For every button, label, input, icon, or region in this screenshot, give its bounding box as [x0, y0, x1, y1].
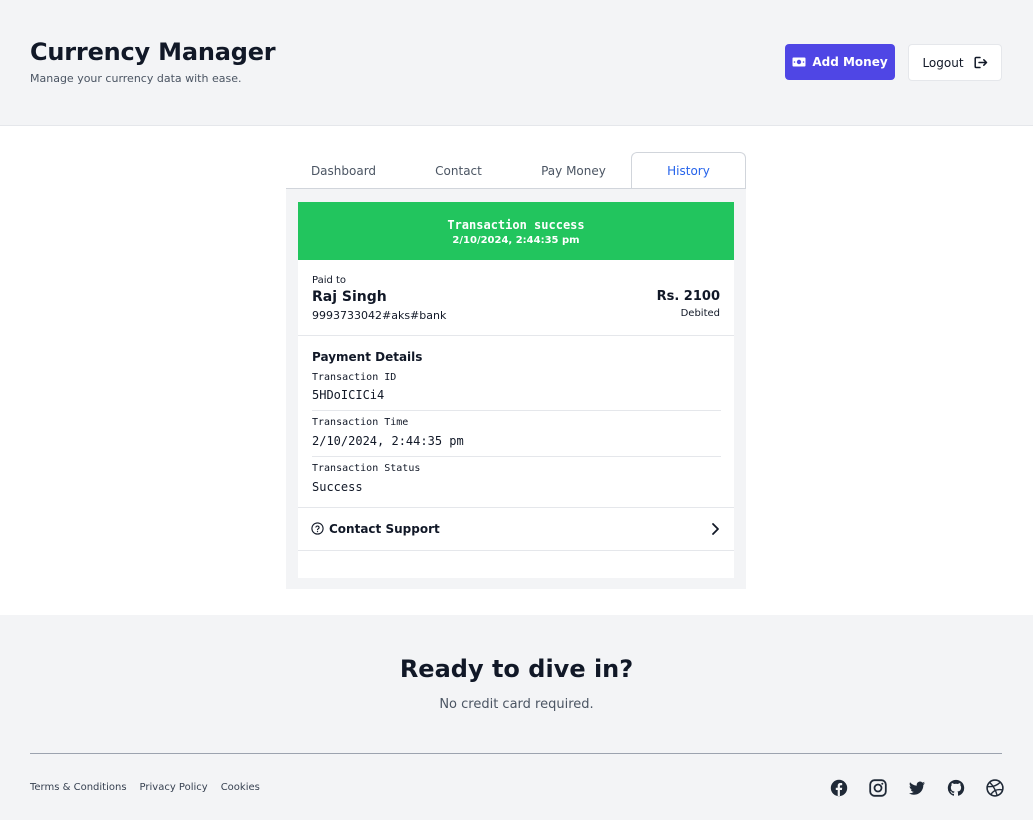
- instagram-icon[interactable]: [869, 779, 887, 797]
- transaction-status-value: Success: [312, 480, 363, 494]
- payment-details-heading: Payment Details: [312, 350, 423, 364]
- divider: [312, 410, 721, 411]
- cta-subtitle: No credit card required.: [439, 697, 594, 712]
- tab-dashboard[interactable]: Dashboard: [286, 152, 401, 189]
- cta-title: Ready to dive in?: [399, 655, 634, 683]
- transaction-direction: Debited: [680, 308, 720, 319]
- transaction-time-label: Transaction Time: [312, 417, 409, 428]
- payee-upi-id: 9993733042#aks#bank: [312, 309, 447, 322]
- tab-history[interactable]: History: [631, 152, 746, 189]
- add-money-label: Add Money: [812, 55, 888, 69]
- app-title: Currency Manager: [30, 38, 276, 66]
- contact-support-label: Contact Support: [329, 522, 440, 536]
- success-banner: Transaction success 2/10/2024, 2:44:35 p…: [298, 202, 734, 260]
- facebook-icon[interactable]: [830, 779, 848, 797]
- privacy-policy-link[interactable]: Privacy Policy: [140, 782, 208, 793]
- contact-support-row[interactable]: Contact Support: [298, 508, 734, 550]
- chevron-right-icon: [712, 523, 719, 535]
- footer-divider: [30, 753, 1002, 754]
- logout-button[interactable]: Logout: [908, 44, 1002, 81]
- twitter-icon[interactable]: [908, 779, 926, 797]
- transaction-id-value: 5HDoICICi4: [312, 388, 385, 402]
- dribbble-icon[interactable]: [986, 779, 1004, 797]
- page-footer: Ready to dive in? No credit card require…: [0, 615, 1033, 820]
- transaction-time-value: 2/10/2024, 2:44:35 pm: [312, 434, 464, 448]
- tab-bar: Dashboard Contact Pay Money History: [286, 152, 746, 189]
- cookies-link[interactable]: Cookies: [221, 782, 260, 793]
- transaction-id-label: Transaction ID: [312, 372, 397, 383]
- terms-link[interactable]: Terms & Conditions: [30, 782, 127, 793]
- app-header: Currency Manager Manage your currency da…: [0, 0, 1033, 126]
- tab-pay-money[interactable]: Pay Money: [516, 152, 631, 189]
- transaction-status-label: Transaction Status: [312, 463, 421, 474]
- success-title: Transaction success: [447, 218, 585, 232]
- add-money-button[interactable]: Add Money: [785, 44, 895, 80]
- divider: [312, 456, 721, 457]
- github-icon[interactable]: [947, 779, 965, 797]
- logout-icon: [973, 56, 987, 69]
- success-time: 2/10/2024, 2:44:35 pm: [452, 235, 580, 246]
- tab-contact[interactable]: Contact: [401, 152, 516, 189]
- paid-to-label: Paid to: [312, 275, 347, 286]
- social-links: [830, 779, 1004, 797]
- transaction-amount: Rs. 2100: [656, 289, 720, 304]
- divider: [298, 335, 734, 336]
- help-circle-icon: [311, 522, 324, 535]
- payee-name: Raj Singh: [312, 289, 387, 305]
- logout-label: Logout: [922, 55, 964, 70]
- divider: [298, 550, 734, 551]
- footer-links: Terms & Conditions Privacy Policy Cookie…: [30, 782, 260, 793]
- history-panel: Transaction success 2/10/2024, 2:44:35 p…: [286, 188, 746, 589]
- transaction-card: Transaction success 2/10/2024, 2:44:35 p…: [298, 202, 734, 578]
- app-subtitle: Manage your currency data with ease.: [30, 72, 242, 85]
- money-icon: [792, 57, 806, 67]
